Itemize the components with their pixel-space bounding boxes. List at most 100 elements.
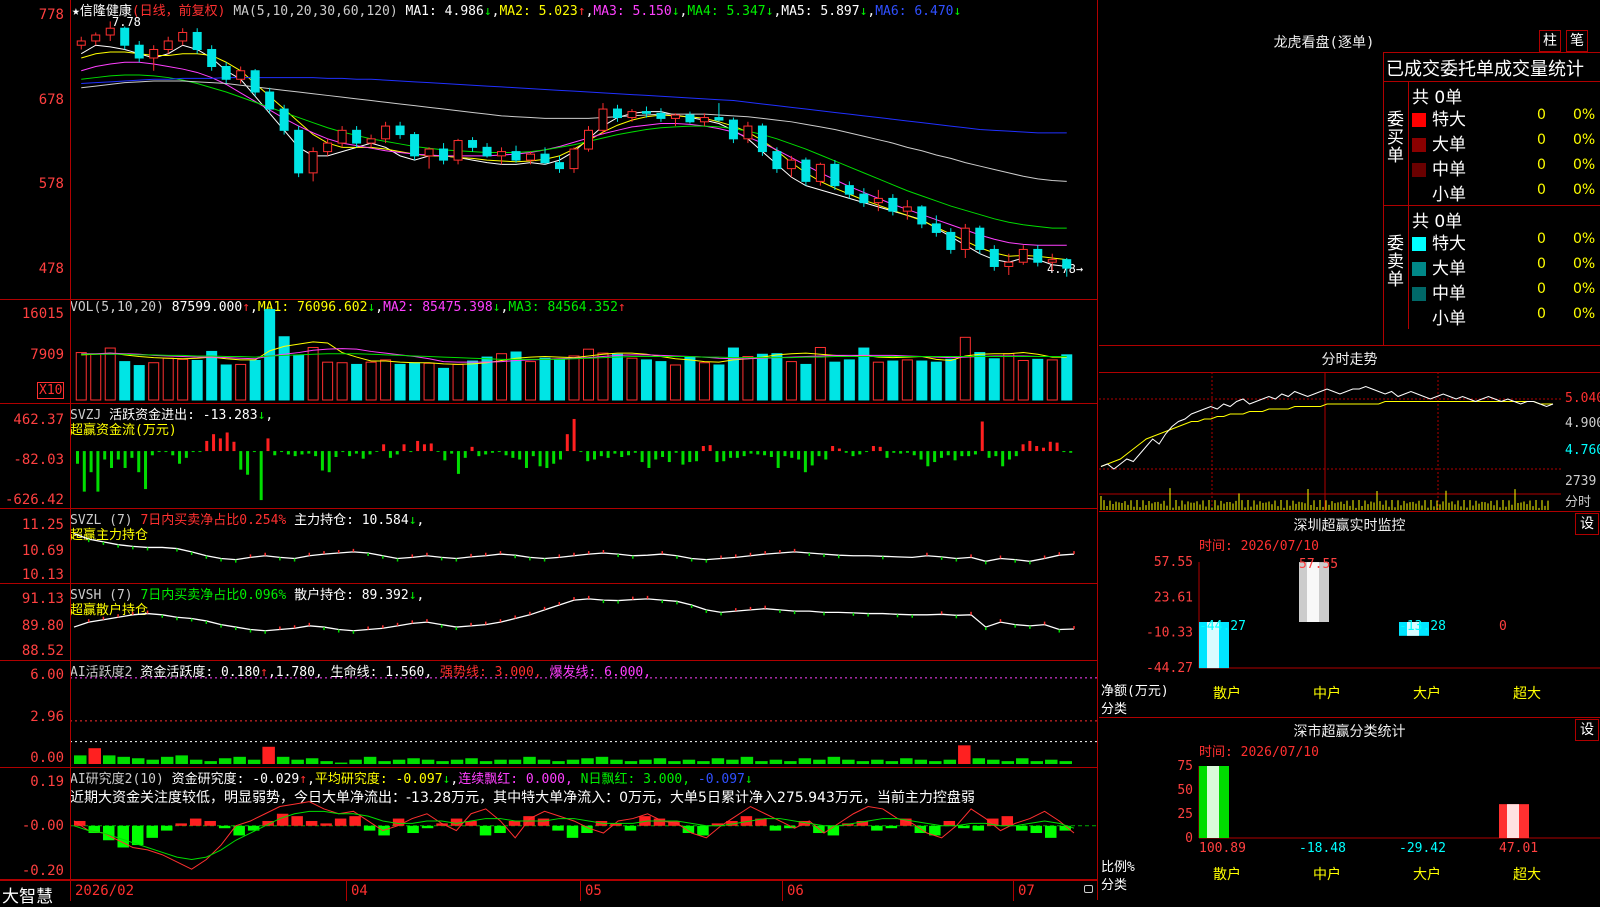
research-bar [885, 825, 898, 829]
money-flow-bar [627, 451, 631, 456]
y-tick-label: 25 [1177, 807, 1193, 822]
activity-bar [552, 761, 565, 764]
volume-bar [307, 346, 319, 401]
stats-xlabel: 分类 [1101, 878, 1128, 893]
activity-bar [102, 755, 116, 764]
volume-bar [872, 361, 884, 401]
y-tick-label: 57.55 [1154, 555, 1193, 570]
activity-bar [117, 756, 130, 764]
money-flow-bar [797, 451, 801, 460]
svzl-chart[interactable] [70, 509, 1098, 584]
lock-icon[interactable] [1084, 885, 1093, 893]
intraday-title: 分时走势 [1321, 352, 1378, 368]
money-flow-bar [1028, 440, 1032, 452]
research-bar [508, 820, 521, 826]
volume-unit-badge[interactable]: X10 [37, 382, 65, 399]
money-flow-bar [946, 451, 950, 456]
research-bar [1016, 825, 1028, 831]
activity-bar [711, 758, 725, 764]
candle-body [207, 48, 217, 68]
activity-bar [88, 748, 101, 764]
category-stats-panel[interactable]: 深市超赢分类统计 设 时间: 2026/07/10 散户 100.89 中户 -18.… [1099, 718, 1600, 900]
activity-bar [204, 761, 217, 764]
svzl-tick: 10.13 [21, 567, 64, 583]
volume-bar [945, 358, 957, 401]
research-bar [566, 825, 579, 838]
research-bar [1045, 825, 1057, 838]
bar-mode-button[interactable]: 柱 [1539, 30, 1561, 52]
activity-bar [958, 745, 971, 764]
volume-bar [525, 361, 537, 401]
price-chart[interactable] [70, 0, 1098, 300]
research-bar [131, 825, 144, 846]
activity-bar [827, 756, 841, 764]
money-flow-bar [96, 451, 100, 492]
order-size-swatch [1412, 138, 1426, 152]
candle-body [569, 148, 579, 170]
activity-bar [160, 756, 174, 764]
order-size-swatch [1412, 262, 1426, 276]
category-value: 0 [1499, 619, 1507, 634]
money-flow-bar [538, 451, 542, 467]
candle-body [192, 31, 202, 50]
price-tick: 578 [38, 176, 64, 192]
volume-bar [394, 363, 406, 401]
activity-bar [334, 762, 348, 764]
volume-bar [423, 362, 435, 401]
order-size-row: 小单 0 0% [1412, 304, 1600, 329]
money-flow-bar [334, 451, 338, 457]
volume-bar [727, 347, 739, 401]
candle-body [699, 117, 709, 123]
realtime-monitor-panel[interactable]: 深圳超赢实时监控 设 时间: 2026/07/10 散户 -44.27 中户 57.5… [1099, 512, 1600, 718]
category-bar-highlight [1507, 804, 1519, 838]
money-flow-bar [137, 451, 141, 473]
candle-body [815, 163, 825, 182]
svzj-chart[interactable] [70, 404, 1098, 509]
money-flow-bar [354, 451, 358, 454]
activity-bar [813, 759, 826, 764]
intraday-panel[interactable]: 分时走势 5.040 4.900 4.760 2739 分时 [1099, 346, 1600, 512]
activity-bar [697, 761, 710, 764]
research-bar [392, 818, 405, 826]
order-size-swatch [1412, 312, 1426, 326]
money-flow-bar [735, 451, 739, 458]
ai-activity-chart[interactable] [70, 661, 1098, 768]
stats-bar-chart[interactable]: 散户 100.89 中户 -18.48 大户 -29.42 超大 47.01 75 50 25 0 [1099, 718, 1600, 900]
candle-body [656, 112, 666, 119]
research-bar [972, 825, 985, 831]
order-size-volume: 0 [1537, 132, 1546, 148]
money-flow-bar [76, 451, 79, 464]
candle-body [859, 193, 869, 204]
money-flow-bar [552, 451, 556, 464]
svsh-chart[interactable] [70, 584, 1098, 661]
volume-bar [698, 362, 710, 401]
money-flow-bar [756, 451, 760, 455]
research-bar [407, 825, 419, 834]
order-size-volume: 0 [1537, 281, 1546, 297]
money-flow-bar [429, 443, 433, 452]
money-flow-bar [463, 451, 467, 458]
money-flow-bar [314, 451, 318, 457]
main-chart-area[interactable]: ★信隆健康(日线，前复权) MA(5,10,20,30,60,120) MA1:… [0, 0, 1098, 907]
order-size-label: 中单 [1432, 160, 1466, 180]
order-size-swatch [1412, 163, 1426, 177]
money-flow-bar [368, 451, 372, 455]
volume-bar [148, 362, 160, 401]
money-flow-bar [82, 451, 86, 492]
candle-body [786, 159, 796, 170]
volume-bar [742, 356, 754, 401]
monitor-bar-chart[interactable]: 散户 -44.27 中户 57.55 大户 -13.28 超大 0 57.55 23.61 -10.… [1099, 512, 1600, 718]
candle-body [410, 134, 420, 157]
candle-body [641, 111, 651, 114]
ai-research-tick: -0.00 [21, 818, 64, 834]
ai-research-chart[interactable] [70, 768, 1098, 880]
volume-chart[interactable] [70, 300, 1098, 404]
order-size-label: 大单 [1432, 259, 1466, 279]
activity-bar [856, 761, 870, 764]
order-size-row: 中单 0 0% [1412, 279, 1600, 304]
tick-mode-button[interactable]: 笔 [1566, 30, 1588, 52]
intraday-chart[interactable] [1099, 372, 1600, 512]
category-value: 100.89 [1199, 841, 1246, 856]
research-bar [305, 820, 318, 826]
money-flow-bar [729, 451, 733, 458]
